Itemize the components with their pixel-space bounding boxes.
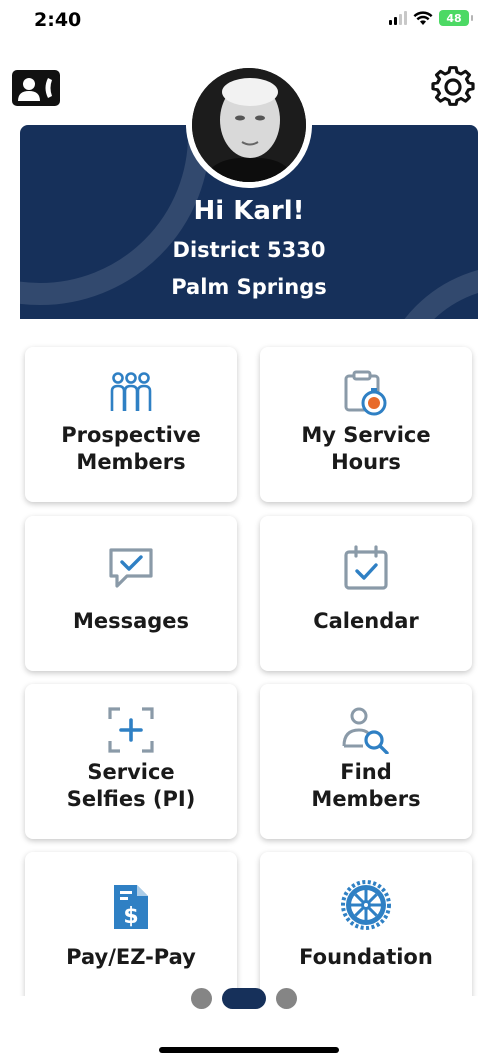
status-time: 2:40	[34, 9, 82, 31]
tile-prospective-members[interactable]: Prospective Members	[25, 347, 237, 502]
cellular-signal-icon	[389, 11, 407, 25]
tile-label: Calendar	[313, 609, 419, 633]
dollar-document-icon: $	[114, 885, 148, 929]
contact-card-icon	[12, 70, 60, 106]
calendar-check-icon	[344, 545, 388, 590]
battery-icon: 48	[439, 10, 473, 26]
wifi-icon	[413, 10, 433, 25]
clipboard-timer-icon	[344, 370, 387, 416]
status-icons: 48	[389, 10, 473, 26]
tile-label: Service	[87, 760, 175, 784]
club-text: Palm Springs	[171, 275, 327, 299]
camera-frame-plus-icon	[108, 707, 154, 753]
page-dot[interactable]	[275, 988, 297, 1009]
rotary-wheel-icon	[341, 880, 391, 930]
page-dot-active[interactable]	[221, 988, 266, 1009]
tile-pay-ez-pay[interactable]: $ Pay/EZ-Pay	[25, 852, 237, 1007]
tile-my-service-hours[interactable]: My Service Hours	[260, 347, 472, 502]
tile-label: Members	[311, 787, 421, 811]
tile-find-members[interactable]: Find Members	[260, 684, 472, 839]
settings-button[interactable]	[431, 66, 475, 110]
tile-foundation[interactable]: Foundation	[260, 852, 472, 1007]
tile-label: Messages	[72, 609, 190, 633]
tile-label: Foundation	[299, 945, 433, 969]
battery-level: 48	[446, 11, 462, 25]
district-text: District 5330	[172, 238, 326, 262]
avatar[interactable]	[186, 62, 312, 188]
greeting-text: Hi Karl!	[193, 196, 305, 226]
page-indicator	[0, 988, 487, 1009]
person-search-icon	[342, 707, 389, 754]
profile-photo	[192, 68, 306, 182]
gear-icon	[431, 66, 475, 106]
tile-service-selfies[interactable]: Service Selfies (PI)	[25, 684, 237, 839]
tile-label: Pay/EZ-Pay	[66, 945, 196, 969]
home-indicator[interactable]	[159, 1047, 339, 1053]
tile-label: Hours	[331, 450, 401, 474]
tile-label: Members	[76, 450, 186, 474]
tile-label: Find	[340, 760, 392, 784]
tile-messages[interactable]: Messages	[25, 516, 237, 671]
people-group-icon	[110, 372, 152, 411]
contacts-button[interactable]	[12, 70, 60, 106]
tile-calendar[interactable]: Calendar	[260, 516, 472, 671]
tile-label: My Service	[301, 423, 431, 447]
page-dot[interactable]	[190, 988, 212, 1009]
svg-text:$: $	[123, 904, 138, 929]
status-bar: 2:40 48	[0, 0, 487, 44]
tile-label: Prospective	[61, 423, 201, 447]
chat-check-icon	[109, 548, 153, 588]
portrait-image	[192, 68, 306, 182]
tile-label: Selfies (PI)	[66, 787, 196, 811]
